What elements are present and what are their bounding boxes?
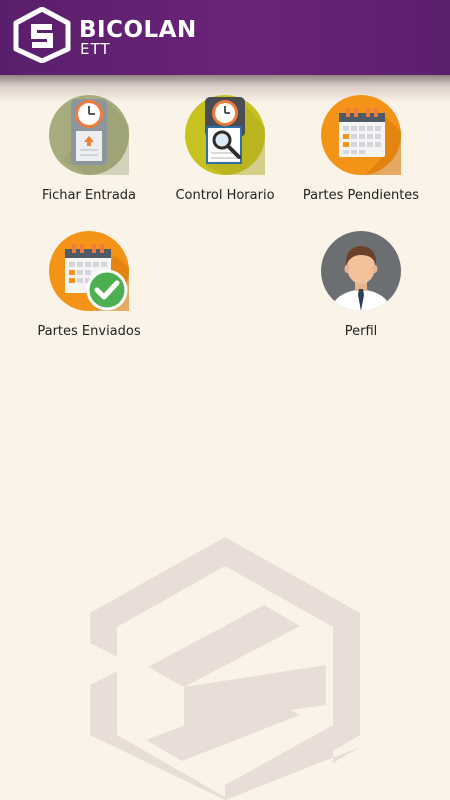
menu-item-fichar-entrada[interactable]: Fichar Entrada <box>19 95 159 204</box>
menu-item-label: Control Horario <box>175 188 275 203</box>
calendar-check-icon <box>49 231 129 311</box>
app-header: BICOLAN ETT <box>0 0 450 75</box>
menu-item-label: Fichar Entrada <box>41 188 137 203</box>
menu-item-perfil[interactable]: Perfil <box>291 231 431 340</box>
menu-item-partes-enviados[interactable]: Partes Enviados <box>19 231 159 340</box>
user-avatar-icon <box>321 231 401 311</box>
brand-subtitle: ETT <box>80 40 111 58</box>
menu-item-control-horario[interactable]: Control Horario <box>155 95 295 204</box>
clock-search-icon <box>185 95 265 175</box>
watermark-logo-icon <box>90 537 360 800</box>
menu-item-label: Partes Pendientes <box>302 188 420 203</box>
bicolan-logo-icon <box>13 7 71 63</box>
menu-item-label: Perfil <box>344 324 378 339</box>
menu-item-label: Partes Enviados <box>37 324 141 339</box>
clock-in-icon <box>49 95 129 175</box>
calendar-icon <box>321 95 401 175</box>
menu-item-partes-pendientes[interactable]: Partes Pendientes <box>291 95 431 204</box>
